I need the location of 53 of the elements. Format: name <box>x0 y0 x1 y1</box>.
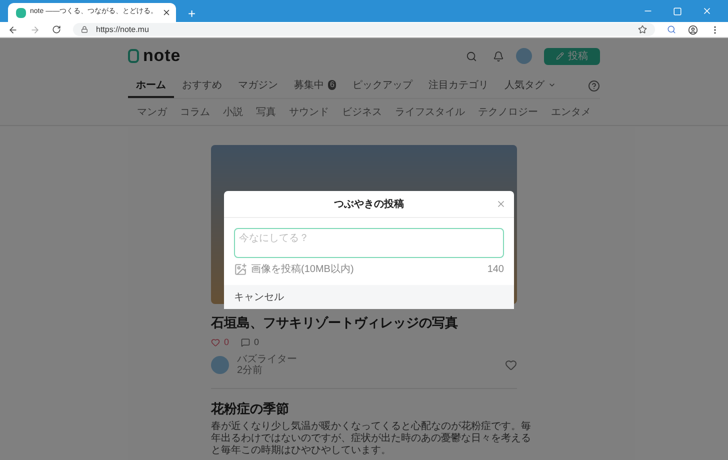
lock-icon <box>81 26 88 33</box>
category-link[interactable]: テクノロジー <box>478 104 538 120</box>
heart-icon[interactable] <box>505 359 517 371</box>
nav-tab[interactable]: 募集中 6 <box>286 74 344 98</box>
nav-tab[interactable]: おすすめ <box>174 74 230 98</box>
category-link[interactable]: ビジネス <box>342 104 382 120</box>
post-input-field[interactable]: 今なにしてる？ <box>234 228 504 258</box>
author-name[interactable]: バズライター <box>237 354 297 365</box>
article-title[interactable]: 花粉症の季節 <box>211 399 517 418</box>
nav-tab[interactable]: マガジン <box>230 74 286 98</box>
category-link[interactable]: 小説 <box>223 104 243 120</box>
avatar <box>211 356 229 374</box>
image-add-icon[interactable] <box>234 263 247 276</box>
category-link[interactable]: コラム <box>180 104 210 120</box>
nav-tab[interactable]: 人気タグ <box>496 74 564 98</box>
category-link[interactable]: サウンド <box>289 104 329 120</box>
nav-tab[interactable]: ホーム <box>128 74 174 98</box>
maximize-icon[interactable] <box>673 6 682 16</box>
note-logo-icon <box>128 49 139 63</box>
count-badge: 6 <box>328 80 336 90</box>
heart-icon[interactable] <box>211 338 220 347</box>
note-favicon-icon <box>16 8 26 18</box>
profile-icon[interactable] <box>688 24 698 34</box>
search-icon[interactable] <box>466 50 477 62</box>
back-icon[interactable] <box>8 24 18 34</box>
help-icon[interactable] <box>588 80 600 92</box>
url-field[interactable]: https://note.mu <box>73 23 655 36</box>
close-icon[interactable] <box>162 8 171 17</box>
nav-tab[interactable]: ピックアップ <box>344 74 420 98</box>
category-link[interactable]: エンタメ <box>551 104 591 120</box>
like-count: 0 <box>224 336 230 348</box>
star-icon[interactable] <box>638 25 647 34</box>
dialog-title: つぶやきの投稿 <box>334 198 404 212</box>
cancel-button[interactable]: キャンセル <box>234 290 284 304</box>
category-link[interactable]: マンガ <box>137 104 167 120</box>
bell-icon[interactable] <box>493 50 504 62</box>
post-time: 2分前 <box>237 365 264 376</box>
character-count: 140 <box>487 263 504 277</box>
nav-tab[interactable]: 注目カテゴリ <box>420 74 496 98</box>
article-excerpt: 春が近くなり少し気温が暖かくなってくると心配なのが花粉症です。毎年出るわけではないのですが、症状が出た時のあの憂鬱な日々を考えると毎年この時期はひやひやしています。 <box>211 420 531 456</box>
post-button[interactable]: 投稿 <box>544 48 600 64</box>
category-link[interactable]: 写真 <box>256 104 276 120</box>
comment-count: 0 <box>254 336 260 348</box>
article-title[interactable]: 石垣島、フサキリゾートヴィレッジの写真 <box>211 313 517 332</box>
avatar <box>516 48 532 64</box>
logo[interactable]: note <box>143 43 181 69</box>
image-upload-link[interactable]: 画像を投稿(10MB以内) <box>251 262 354 277</box>
reload-icon[interactable] <box>52 25 61 34</box>
category-link[interactable]: ライフスタイル <box>395 104 465 120</box>
forward-icon[interactable] <box>30 24 40 34</box>
pencil-icon <box>556 52 564 60</box>
new-tab-button[interactable]: + <box>188 7 196 20</box>
comment-icon[interactable] <box>241 338 250 347</box>
